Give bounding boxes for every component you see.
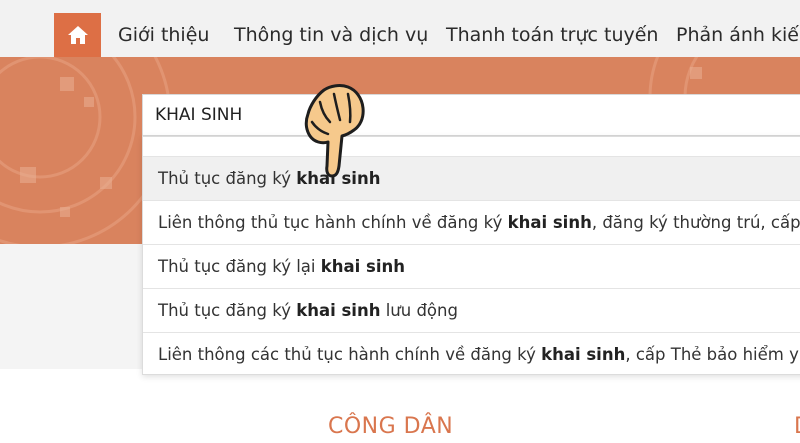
suggestion-item[interactable]: Liên thông thủ tục hành chính về đăng ký… bbox=[143, 200, 800, 244]
suggestion-item[interactable]: Liên thông các thủ tục hành chính về đăn… bbox=[143, 332, 800, 376]
section-title-next: D bbox=[794, 414, 800, 443]
hand-pointer-icon bbox=[304, 84, 365, 178]
nav-item-thanh-toan[interactable]: Thanh toán trực tuyến bbox=[446, 13, 658, 57]
suggestion-item[interactable]: Thủ tục đăng ký khai sinh bbox=[143, 156, 800, 200]
suggestion-item[interactable]: Thủ tục đăng ký lại khai sinh bbox=[143, 244, 800, 288]
nav-item-gioi-thieu[interactable]: Giới thiệu bbox=[118, 13, 209, 57]
nav-item-thong-tin-dich-vu[interactable]: Thông tin và dịch vụ bbox=[234, 13, 428, 57]
search-input[interactable] bbox=[155, 96, 800, 134]
nav-home-button[interactable] bbox=[54, 13, 101, 57]
top-nav: Giới thiệu Thông tin và dịch vụ Thanh to… bbox=[0, 0, 800, 57]
suggestion-item[interactable]: Thủ tục đăng ký khai sinh lưu động bbox=[143, 288, 800, 332]
home-icon bbox=[67, 26, 88, 44]
suggestion-dropdown: Thủ tục đăng ký khai sinh Liên thông thủ… bbox=[142, 136, 800, 375]
section-title: CÔNG DÂN bbox=[328, 414, 454, 439]
search-box[interactable] bbox=[142, 94, 800, 136]
nav-item-phan-anh[interactable]: Phản ánh kiến bbox=[676, 13, 800, 57]
